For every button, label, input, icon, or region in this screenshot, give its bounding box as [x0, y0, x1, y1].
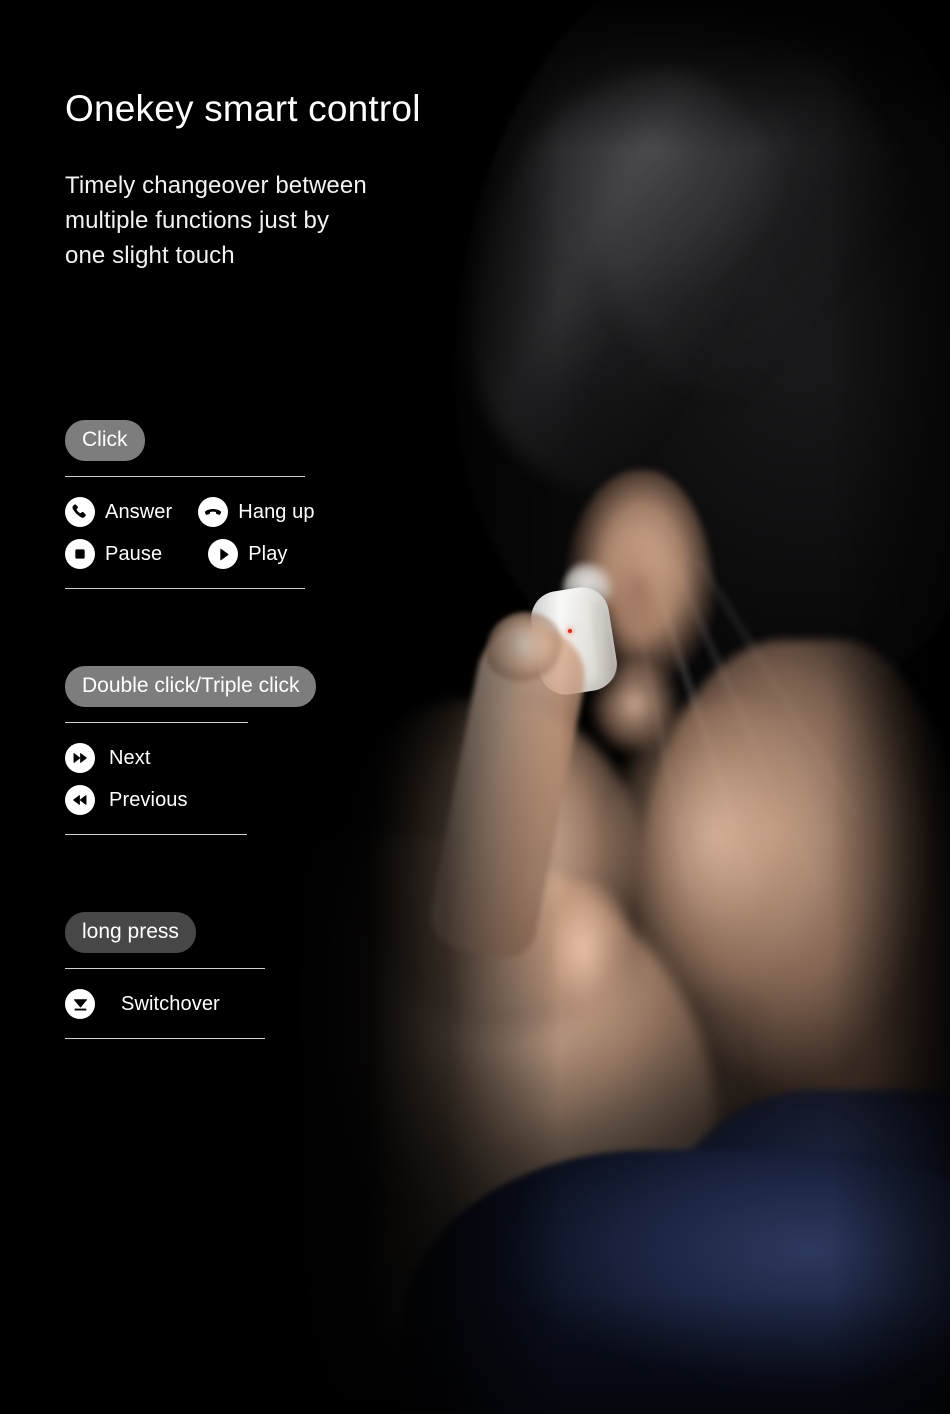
- gesture-label: Play: [248, 542, 288, 565]
- gesture-row: Switchover: [65, 983, 265, 1025]
- gesture-label: Next: [109, 746, 151, 769]
- gesture-pause[interactable]: Pause: [65, 539, 162, 569]
- subtitle-line-2: multiple functions just by: [65, 207, 330, 234]
- phone-hangup-icon: [198, 497, 229, 527]
- divider-bottom-click: [65, 588, 305, 589]
- gesture-label: Pause: [105, 542, 163, 565]
- gesture-play[interactable]: Play: [208, 539, 287, 569]
- divider-top-long-press: [65, 968, 265, 969]
- product-feature-poster: Onekey smart control Timely changeover b…: [0, 0, 950, 1414]
- gesture-label: Hang up: [238, 500, 315, 523]
- page-subtitle: Timely changeover between multiple funct…: [65, 168, 367, 273]
- play-triangle-icon: [208, 539, 239, 569]
- text-overlay: Onekey smart control Timely changeover b…: [0, 0, 950, 1414]
- gesture-label: Answer: [105, 500, 173, 523]
- section-long-press: long press Switchover: [65, 912, 265, 1039]
- divider-top-click: [65, 476, 305, 477]
- gesture-switchover[interactable]: Switchover: [65, 989, 220, 1019]
- gesture-next[interactable]: Next: [65, 743, 151, 773]
- badge-long-press: long press: [65, 912, 196, 953]
- badge-click: Click: [65, 420, 145, 461]
- gesture-label: Switchover: [121, 992, 220, 1015]
- fast-forward-icon: [65, 743, 95, 773]
- gesture-label: Previous: [109, 788, 188, 811]
- gesture-row: Previous: [65, 779, 316, 821]
- subtitle-line-1: Timely changeover between: [65, 172, 367, 199]
- divider-bottom-long-press: [65, 1038, 265, 1039]
- divider-top-double: [65, 722, 248, 723]
- gesture-rows-click: Answer Hang up Pause Play: [65, 491, 315, 575]
- gesture-rows-double: Next Previous: [65, 737, 316, 821]
- page-title: Onekey smart control: [65, 88, 421, 129]
- subtitle-line-3: one slight touch: [65, 242, 235, 269]
- gesture-previous[interactable]: Previous: [65, 785, 188, 815]
- gesture-row: Answer Hang up: [65, 491, 315, 533]
- gesture-answer[interactable]: Answer: [65, 497, 172, 527]
- badge-double-triple-click: Double click/Triple click: [65, 666, 317, 707]
- gesture-row: Pause Play: [65, 533, 315, 575]
- stop-square-icon: [65, 539, 95, 569]
- gesture-rows-long-press: Switchover: [65, 983, 265, 1025]
- section-double-triple-click: Double click/Triple click Next Previous: [65, 666, 317, 835]
- phone-handset-icon: [65, 497, 95, 527]
- switchover-eject-down-icon: [65, 989, 95, 1019]
- rewind-icon: [65, 785, 95, 815]
- gesture-hang-up[interactable]: Hang up: [198, 497, 315, 527]
- section-click: Click Answer Hang up Pause Play: [65, 420, 315, 589]
- gesture-row: Next: [65, 737, 316, 779]
- divider-bottom-double: [65, 834, 247, 835]
